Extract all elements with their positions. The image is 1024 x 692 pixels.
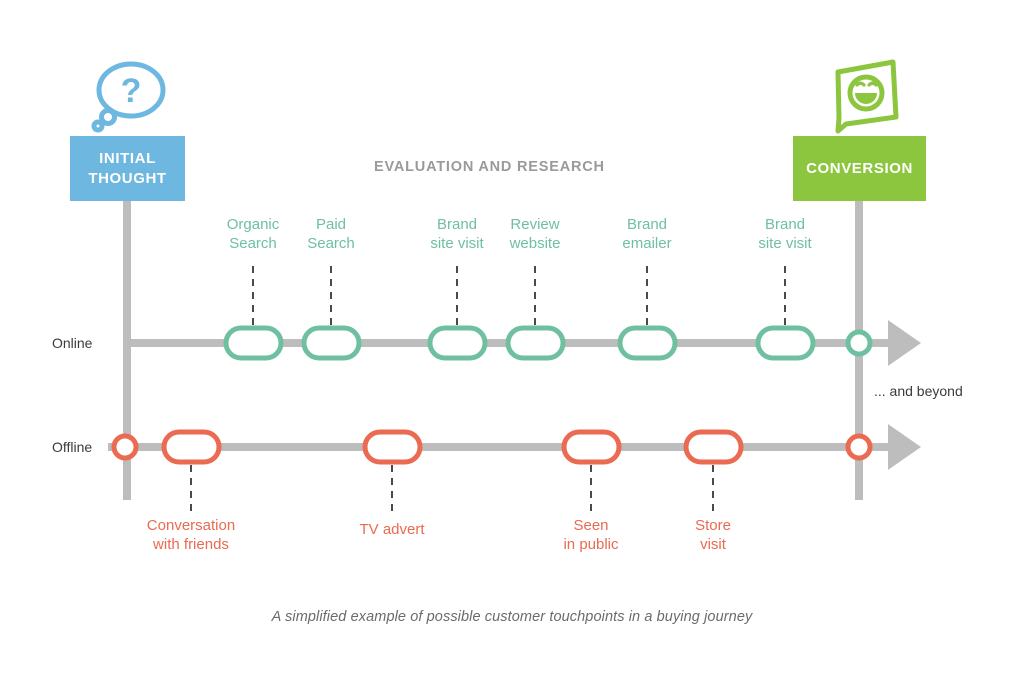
stage-badge-initial-thought[interactable]: INITIAL THOUGHT [70, 136, 185, 201]
touchpoint-label-online-4: Review website [509, 216, 561, 252]
stage-badge-conversion-label: CONVERSION [806, 159, 913, 177]
touchpoint-label-online-3: Brand site visit [430, 216, 484, 252]
connector-lines-offline [190, 465, 714, 512]
start-node-offline[interactable] [111, 433, 139, 461]
customer-journey-diagram: ? INITIAL THOUGHT CONVERSION EVALUATION … [0, 0, 1024, 692]
touchpoint-node-online-4[interactable] [505, 325, 566, 361]
speech-bubble-smiley-icon [835, 59, 899, 134]
touchpoint-node-online-1[interactable] [223, 325, 284, 361]
arrow-offline [888, 424, 921, 470]
touchpoint-label-offline-1: Conversation with friends [146, 517, 236, 553]
connector-lines-online [252, 266, 786, 325]
stage-badge-conversion[interactable]: CONVERSION [793, 136, 926, 201]
question-mark-glyph: ? [121, 72, 142, 110]
end-node-online[interactable] [845, 329, 873, 357]
touchpoint-label-online-2: Paid Search [307, 216, 355, 252]
diagram-caption: A simplified example of possible custome… [271, 609, 753, 625]
row-label-online: Online [52, 335, 93, 351]
section-title-evaluation-and-research: EVALUATION AND RESEARCH [374, 159, 605, 175]
touchpoint-label-offline-4: Store visit [695, 517, 731, 553]
touchpoint-node-offline-4[interactable] [683, 429, 744, 465]
touchpoint-node-offline-2[interactable] [362, 429, 423, 465]
touchpoint-label-online-1: Organic Search [226, 216, 280, 252]
row-label-offline: Offline [52, 439, 93, 455]
touchpoint-node-offline-3[interactable] [561, 429, 622, 465]
end-node-offline[interactable] [845, 433, 873, 461]
touchpoint-label-offline-2: TV advert [359, 521, 425, 538]
touchpoint-node-offline-1[interactable] [161, 429, 222, 465]
arrow-online [888, 320, 921, 366]
touchpoint-label-online-6: Brand site visit [758, 216, 812, 252]
diagram-vector-layer: ? [91, 59, 921, 512]
stage-badge-initial-thought-label: INITIAL THOUGHT [88, 149, 167, 187]
and-beyond-note: ... and beyond [874, 383, 963, 399]
touchpoint-node-online-5[interactable] [617, 325, 678, 361]
touchpoint-node-online-6[interactable] [755, 325, 816, 361]
touchpoint-node-online-2[interactable] [301, 325, 362, 361]
touchpoint-label-online-5: Brand emailer [622, 216, 672, 252]
touchpoint-node-online-3[interactable] [427, 325, 488, 361]
touchpoint-label-offline-3: Seen in public [563, 517, 619, 553]
rail-offline [108, 443, 895, 451]
